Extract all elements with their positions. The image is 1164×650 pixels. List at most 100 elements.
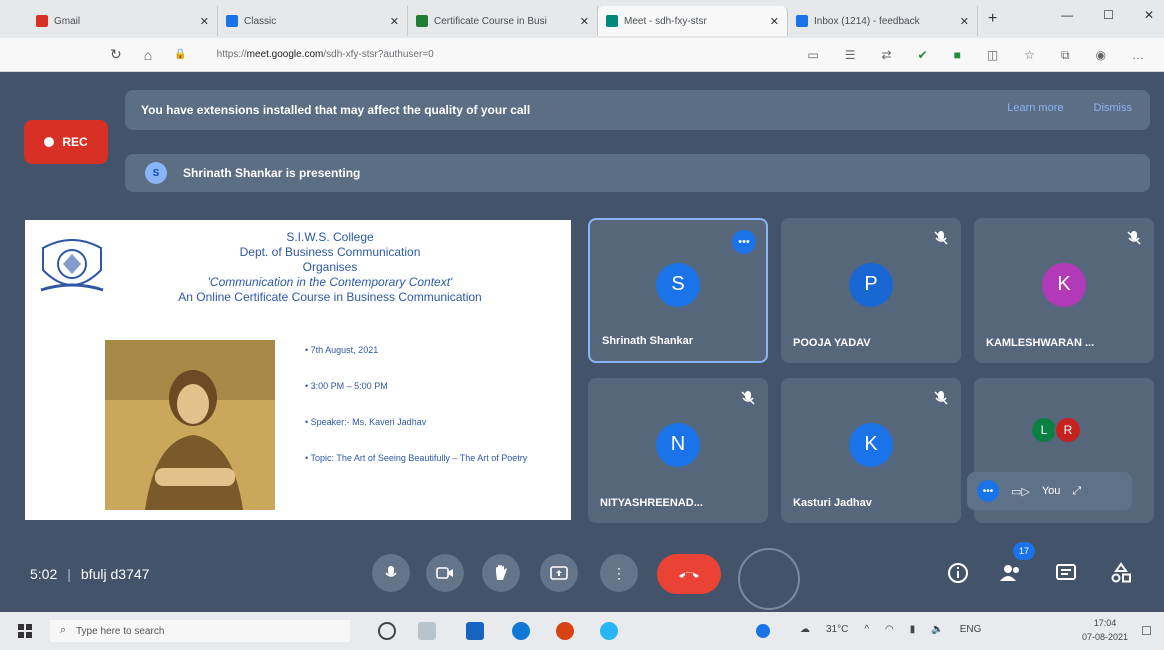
new-tab-icon[interactable]: +	[978, 10, 1007, 28]
tab-title: Certificate Course in Busi	[434, 15, 547, 27]
clock-date: 07-08-2021	[1081, 632, 1128, 642]
notification-icon[interactable]: ☐	[1141, 624, 1152, 638]
participant-avatar: P	[849, 262, 893, 307]
people-button[interactable]	[998, 560, 1024, 586]
close-tab-icon[interactable]: ✕	[960, 15, 969, 28]
browser-tab-active[interactable]: Meet - sdh-fxy-stsr ✕	[598, 6, 788, 36]
chat-icon	[1056, 564, 1076, 580]
favorites-icon[interactable]: ☆	[1024, 48, 1035, 63]
slide-dept: Dept. of Business Communication	[239, 245, 421, 259]
participant-tile[interactable]: ••• S Shrinath Shankar	[588, 218, 768, 363]
url-field[interactable]: https://meet.google.com/sdh-xfy-stsr?aut…	[217, 49, 434, 60]
settings-more-icon[interactable]: …	[1132, 48, 1144, 63]
raise-hand-button[interactable]	[482, 554, 520, 592]
profile-icon[interactable]: ◉	[1096, 48, 1106, 63]
taskbar-clock[interactable]: 17:04 07-08-2021	[1082, 616, 1128, 644]
hand-icon	[496, 565, 507, 580]
camera-button[interactable]	[426, 554, 464, 592]
speaker-photo	[105, 340, 275, 510]
volume-icon[interactable]: 🔈	[931, 624, 943, 635]
wifi-icon[interactable]: ◠	[885, 624, 894, 635]
word-app-icon[interactable]	[466, 622, 484, 640]
meet-call-area: You have extensions installed that may a…	[0, 72, 1164, 612]
more-vert-icon: ⋮	[612, 565, 626, 581]
browser-tab[interactable]: Gmail ✕	[28, 6, 218, 36]
sheets-extension-icon[interactable]: ■	[954, 48, 961, 63]
info-icon	[948, 563, 968, 583]
rec-label: REC	[62, 135, 88, 149]
weather-icon[interactable]: ☁	[800, 624, 810, 635]
translate-icon[interactable]: ⇄	[881, 48, 891, 63]
more-options-button[interactable]: ⋮	[600, 554, 638, 592]
more-options-icon[interactable]: •••	[732, 230, 756, 254]
college-logo	[40, 239, 104, 292]
participant-tile[interactable]: K Kasturi Jadhav	[781, 378, 961, 523]
windows-start-icon[interactable]	[18, 624, 32, 638]
activities-button[interactable]	[1108, 560, 1134, 586]
browser-tab[interactable]: Certificate Course in Busi ✕	[408, 6, 598, 36]
close-tab-icon[interactable]: ✕	[580, 15, 589, 28]
browser-tab[interactable]: Classic ✕	[218, 6, 408, 36]
close-window-icon[interactable]: ✕	[1144, 8, 1154, 22]
close-tab-icon[interactable]: ✕	[770, 15, 779, 28]
learn-more-link[interactable]: Learn more	[1007, 102, 1063, 114]
dismiss-button[interactable]: Dismiss	[1094, 102, 1133, 114]
url-host: meet.google.com	[246, 49, 324, 60]
task-view-icon[interactable]	[418, 622, 436, 640]
meeting-time: 5:02	[30, 566, 58, 582]
settings-app-icon[interactable]	[600, 622, 618, 640]
self-view-bar[interactable]: ••• ▭▷ You ⤢	[967, 472, 1132, 510]
presenter-avatar: S	[145, 162, 167, 184]
mic-button[interactable]	[372, 554, 410, 592]
divider: |	[67, 566, 71, 582]
split-screen-icon[interactable]: ◫	[987, 48, 998, 63]
reader-icon[interactable]: ▭	[807, 48, 818, 63]
presenting-label: Shrinath Shankar is presenting	[183, 166, 361, 180]
cortana-icon[interactable]	[378, 622, 396, 640]
refresh-icon[interactable]: ↻	[110, 46, 122, 63]
meeting-info: 5:02 | bfulj d3747	[30, 566, 149, 582]
hang-up-icon	[679, 572, 699, 578]
present-button[interactable]	[540, 554, 578, 592]
home-icon[interactable]: ⌂	[144, 47, 152, 63]
close-tab-icon[interactable]: ✕	[390, 15, 399, 28]
extension-icon[interactable]: ☰	[845, 48, 856, 63]
participant-tile[interactable]: N NITYASHREENAD...	[588, 378, 768, 523]
presenting-bar[interactable]: S Shrinath Shankar is presenting	[125, 154, 1150, 192]
tab-favicon	[796, 15, 808, 27]
tray-arrow-icon[interactable]: ^	[864, 624, 869, 635]
tab-favicon	[36, 15, 48, 27]
chat-button[interactable]	[1053, 560, 1079, 586]
expand-icon[interactable]: ⤢	[1072, 485, 1081, 498]
browser-tab[interactable]: Inbox (1214) - feedback ✕	[788, 6, 978, 36]
language-indicator[interactable]: ENG	[960, 624, 982, 635]
check-extension-icon[interactable]: ✔	[918, 48, 928, 63]
slide-date: • 7th August, 2021	[305, 345, 379, 355]
participant-avatar: N	[656, 422, 700, 467]
slide-heading: S.I.W.S. College Dept. of Business Commu…	[110, 230, 550, 305]
network-icon[interactable]	[756, 624, 770, 638]
leave-call-button[interactable]	[657, 554, 721, 594]
pointer-indicator	[738, 548, 800, 610]
maximize-icon[interactable]: ☐	[1103, 8, 1114, 22]
tab-title: Classic	[244, 15, 277, 27]
slide-course: An Online Certificate Course in Business…	[178, 290, 482, 304]
meeting-code: bfulj d3747	[80, 566, 150, 582]
participant-tile[interactable]: P POOJA YADAV	[781, 218, 961, 363]
meeting-details-button[interactable]	[945, 560, 971, 586]
minimize-icon[interactable]: —	[1061, 8, 1073, 22]
search-placeholder: Type here to search	[76, 625, 165, 637]
participant-tile[interactable]: K KAMLESHWARAN ...	[974, 218, 1154, 363]
taskbar-search[interactable]: ⌕ Type here to search	[50, 620, 350, 642]
edge-browser-icon[interactable]	[512, 622, 530, 640]
self-more-options-icon[interactable]: •••	[977, 480, 999, 502]
tab-title: Gmail	[54, 15, 81, 27]
participant-count-badge: 17	[1013, 542, 1035, 560]
clock-time: 17:04	[1093, 618, 1117, 628]
battery-icon[interactable]: ▮	[910, 624, 916, 635]
close-tab-icon[interactable]: ✕	[200, 15, 209, 28]
collections-icon[interactable]: ⧉	[1061, 48, 1070, 63]
powerpoint-app-icon[interactable]	[556, 622, 574, 640]
activities-icon	[1111, 562, 1131, 583]
slide-time: • 3:00 PM – 5:00 PM	[305, 381, 388, 391]
